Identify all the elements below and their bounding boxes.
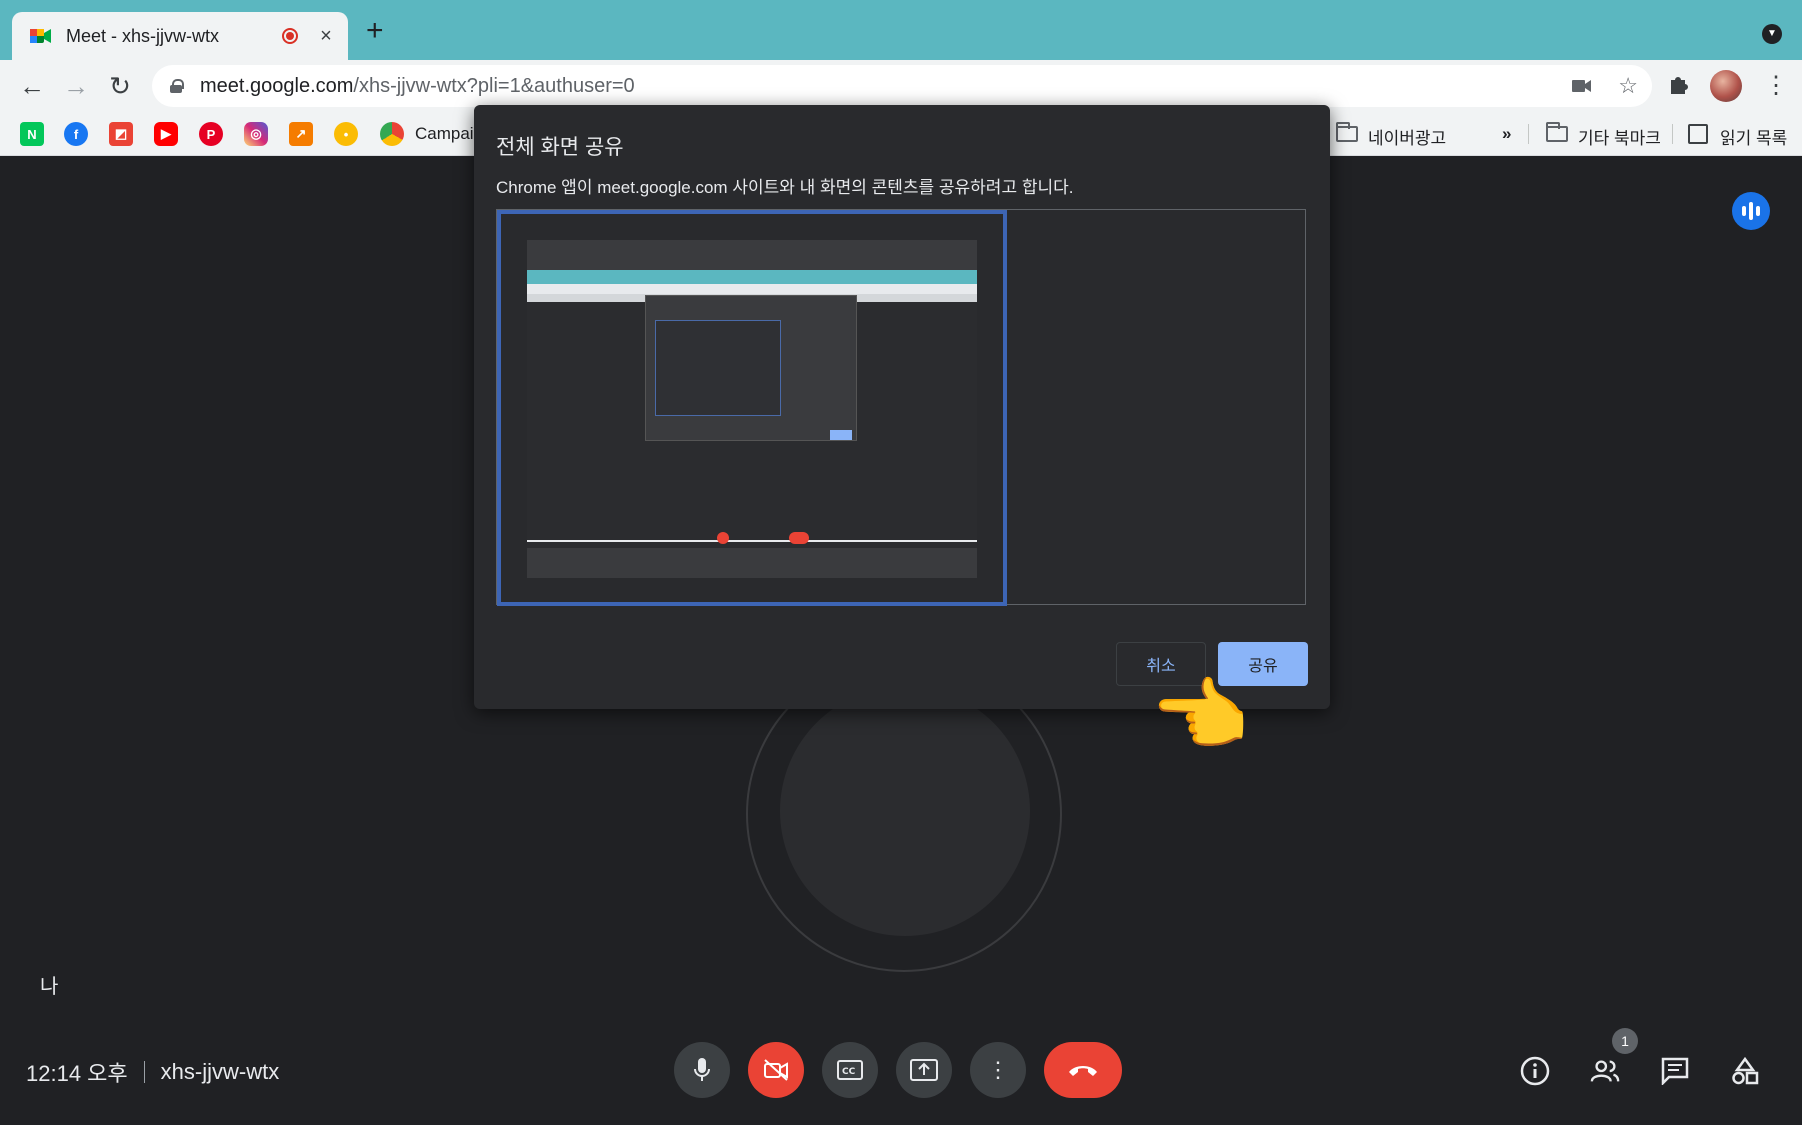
campaign-bookmark-icon[interactable] xyxy=(380,122,404,146)
meeting-details: 12:14 오후 xhs-jjvw-wtx xyxy=(26,1056,279,1088)
camera-icon[interactable] xyxy=(1572,73,1592,99)
reading-list-icon xyxy=(1688,124,1708,144)
keep-bookmark-icon[interactable]: • xyxy=(334,122,358,146)
pinterest-bookmark-icon[interactable]: P xyxy=(199,122,223,146)
screen-source-list xyxy=(496,209,1306,606)
captions-button[interactable]: CC xyxy=(822,1042,878,1098)
tab-strip: Meet - xhs-jjvw-wtx × + ▼ xyxy=(0,0,1802,60)
bookmark-separator xyxy=(1672,124,1673,144)
info-button[interactable] xyxy=(1520,1056,1550,1086)
end-call-icon xyxy=(1069,1066,1097,1076)
analytics-bookmark-icon[interactable]: ↗ xyxy=(289,122,313,146)
audio-level-icon xyxy=(1732,192,1770,230)
url-path: /xhs-jjvw-wtx?pli=1&authuser=0 xyxy=(353,74,635,97)
tab-search-chevron-icon[interactable]: ▼ xyxy=(1762,24,1782,44)
url-host: meet.google.com xyxy=(200,74,354,97)
people-icon xyxy=(1590,1060,1620,1082)
bookmark-star-icon[interactable]: ☆ xyxy=(1618,73,1638,99)
end-call-button[interactable] xyxy=(1044,1042,1122,1098)
screen: Meet - xhs-jjvw-wtx × + ▼ ← → ↻ meet.goo… xyxy=(0,0,1802,1125)
meeting-code: xhs-jjvw-wtx xyxy=(160,1059,280,1084)
folder-icon xyxy=(1546,122,1568,142)
more-icon: ⋮ xyxy=(987,1057,1009,1082)
meeting-info-separator xyxy=(143,1061,145,1083)
self-avatar-circle xyxy=(780,686,1030,936)
meeting-time: 12:14 오후 xyxy=(26,1061,128,1086)
facebook-bookmark-icon[interactable]: f xyxy=(64,122,88,146)
tab-close-icon[interactable]: × xyxy=(316,25,336,48)
activities-icon xyxy=(1732,1057,1759,1085)
dialog-title: 전체 화면 공유 xyxy=(496,136,624,159)
chat-button[interactable] xyxy=(1660,1056,1690,1086)
address-bar[interactable]: meet.google.com/xhs-jjvw-wtx?pli=1&authu… xyxy=(152,65,1652,107)
present-icon xyxy=(910,1059,938,1081)
meeting-side-icons: 1 xyxy=(1520,1028,1760,1086)
back-arrow-icon[interactable]: ← xyxy=(16,70,48,102)
bookmark-naver-ads[interactable]: 네이버광고 xyxy=(1368,124,1446,149)
call-controls: CC ⋮ xyxy=(674,1042,1122,1098)
bookmark-separator xyxy=(1528,124,1529,144)
mic-icon xyxy=(694,1058,710,1081)
mic-button[interactable] xyxy=(674,1042,730,1098)
screen-thumbnail xyxy=(527,240,977,578)
youtube-bookmark-icon[interactable]: ▶ xyxy=(154,122,178,146)
red-app-bookmark-icon[interactable]: ◩ xyxy=(109,122,133,146)
camera-off-icon xyxy=(764,1059,788,1081)
reload-icon[interactable]: ↻ xyxy=(104,70,136,102)
info-icon xyxy=(1520,1056,1550,1086)
camera-toggle-button[interactable] xyxy=(748,1042,804,1098)
activities-button[interactable] xyxy=(1730,1056,1760,1086)
people-button[interactable]: 1 xyxy=(1590,1028,1638,1086)
captions-icon: CC xyxy=(837,1060,863,1080)
google-meet-icon xyxy=(30,27,52,45)
chat-icon xyxy=(1661,1057,1689,1085)
more-options-button[interactable]: ⋮ xyxy=(970,1042,1026,1098)
bookmark-campaign[interactable]: Campai xyxy=(415,124,474,144)
tab-title: Meet - xhs-jjvw-wtx xyxy=(66,25,220,46)
bookmarks-overflow-chevron[interactable]: » xyxy=(1502,124,1511,144)
naver-bookmark-icon[interactable]: N xyxy=(20,122,44,146)
puzzle-icon[interactable] xyxy=(1668,74,1690,102)
present-button[interactable] xyxy=(896,1042,952,1098)
browser-tab-meet[interactable]: Meet - xhs-jjvw-wtx × xyxy=(12,12,348,60)
bookmark-other-bookmarks[interactable]: 기타 북마크 xyxy=(1578,124,1661,149)
participant-count-badge: 1 xyxy=(1612,1028,1638,1054)
forward-arrow-icon[interactable]: → xyxy=(60,70,92,102)
dialog-description: Chrome 앱이 meet.google.com 사이트와 내 화면의 콘텐츠… xyxy=(496,178,1074,197)
kebab-menu-icon[interactable]: ⋮ xyxy=(1764,70,1788,102)
folder-icon xyxy=(1336,122,1358,142)
svg-text:CC: CC xyxy=(842,1067,856,1077)
new-tab-button[interactable]: + xyxy=(366,16,384,46)
pointing-hand-icon: 👈 xyxy=(1150,671,1250,760)
profile-avatar[interactable] xyxy=(1710,70,1742,102)
recording-indicator-icon xyxy=(282,28,298,44)
self-name-label: 나 xyxy=(40,976,59,998)
entire-screen-source[interactable] xyxy=(497,210,1007,606)
share-screen-dialog: 전체 화면 공유 Chrome 앱이 meet.google.com 사이트와 … xyxy=(474,105,1330,709)
instagram-bookmark-icon[interactable]: ◎ xyxy=(244,122,268,146)
reading-list-button[interactable]: 읽기 목록 xyxy=(1720,124,1787,149)
lock-icon[interactable] xyxy=(170,79,184,93)
